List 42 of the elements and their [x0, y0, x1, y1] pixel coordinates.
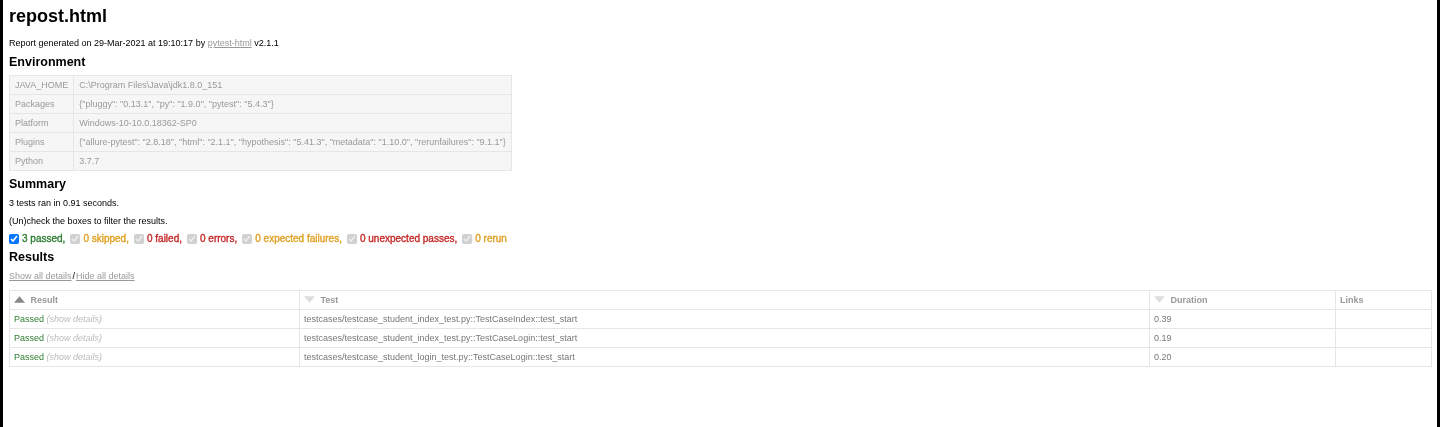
hide-all-details-link[interactable]: Hide all details [76, 271, 135, 281]
env-value-cell: C:\Program Files\Java\jdk1.8.0_151 [73, 75, 512, 95]
duration-cell: 0.20 [1149, 347, 1336, 367]
test-name-cell: testcases/testcase_student_login_test.py::TestCaseLogin::test_start [299, 347, 1150, 367]
filter-hint-text: (Un)check the boxes to filter the results. [9, 215, 169, 227]
test-name-cell: testcases/testcase_student_index_test.py::TestCaseIndex::test_start [299, 309, 1150, 329]
filter-label: 0 expected failures, [255, 233, 342, 244]
env-key-cell: Python [9, 151, 74, 171]
env-key-cell: Plugins [9, 132, 74, 152]
filter-label: 0 errors, [200, 233, 238, 244]
result-cell: Passed (show details) [9, 347, 300, 367]
result-cell: Passed (show details) [9, 328, 300, 348]
env-value-cell: {"allure-pytest": "2.8.18", "html": "2.1.1", "hypothesis": "5.41.3", "metadata": "1.10.0", "rerunfailures": "9.1.1"} [73, 132, 512, 152]
results-heading: Results [9, 250, 56, 264]
env-value-cell: 3.7.7 [73, 151, 512, 171]
env-key-cell: Packages [9, 94, 74, 114]
test-name-cell: testcases/testcase_student_index_test.py::TestCaseLogin::test_start [299, 328, 1150, 348]
filter-label: 0 unexpected passes, [359, 233, 458, 244]
filter-label: 3 passed, [22, 233, 66, 244]
column-header[interactable]: Result [9, 290, 300, 310]
pytest-html-link[interactable]: pytest-html [207, 38, 252, 48]
env-key-cell: JAVA_HOME [9, 75, 74, 95]
filter-checkbox[interactable] [9, 233, 19, 244]
show-all-details-link[interactable]: Show all details [9, 271, 72, 281]
report-generated-text: Report generated on 29-Mar-2021 at 19:10:17 by pytest-html v2.1.1 [9, 37, 280, 49]
page-title: repost.html [9, 6, 108, 27]
env-value-cell: Windows-10-10.0.18362-SP0 [73, 113, 512, 133]
duration-cell: 0.19 [1149, 328, 1336, 348]
column-header[interactable]: Test [299, 290, 1150, 310]
summary-heading: Summary [9, 177, 67, 191]
env-value-cell: {"pluggy": "0.13.1", "py": "1.9.0", "pytest": "5.4.3"} [73, 94, 512, 114]
env-key-cell: Platform [9, 113, 74, 133]
filter-label: 0 skipped, [83, 233, 129, 244]
result-cell: Passed (show details) [9, 309, 300, 329]
tests-ran-text: 3 tests ran in 0.91 seconds. [9, 197, 121, 209]
filter-label: 0 failed, [146, 233, 182, 244]
column-header[interactable]: Duration [1149, 290, 1336, 310]
duration-cell: 0.39 [1149, 309, 1336, 329]
column-header[interactable]: Links [1335, 290, 1432, 310]
filter-label: 0 rerun [475, 233, 507, 244]
environment-heading: Environment [9, 55, 87, 69]
separator-text: / [72, 271, 76, 281]
